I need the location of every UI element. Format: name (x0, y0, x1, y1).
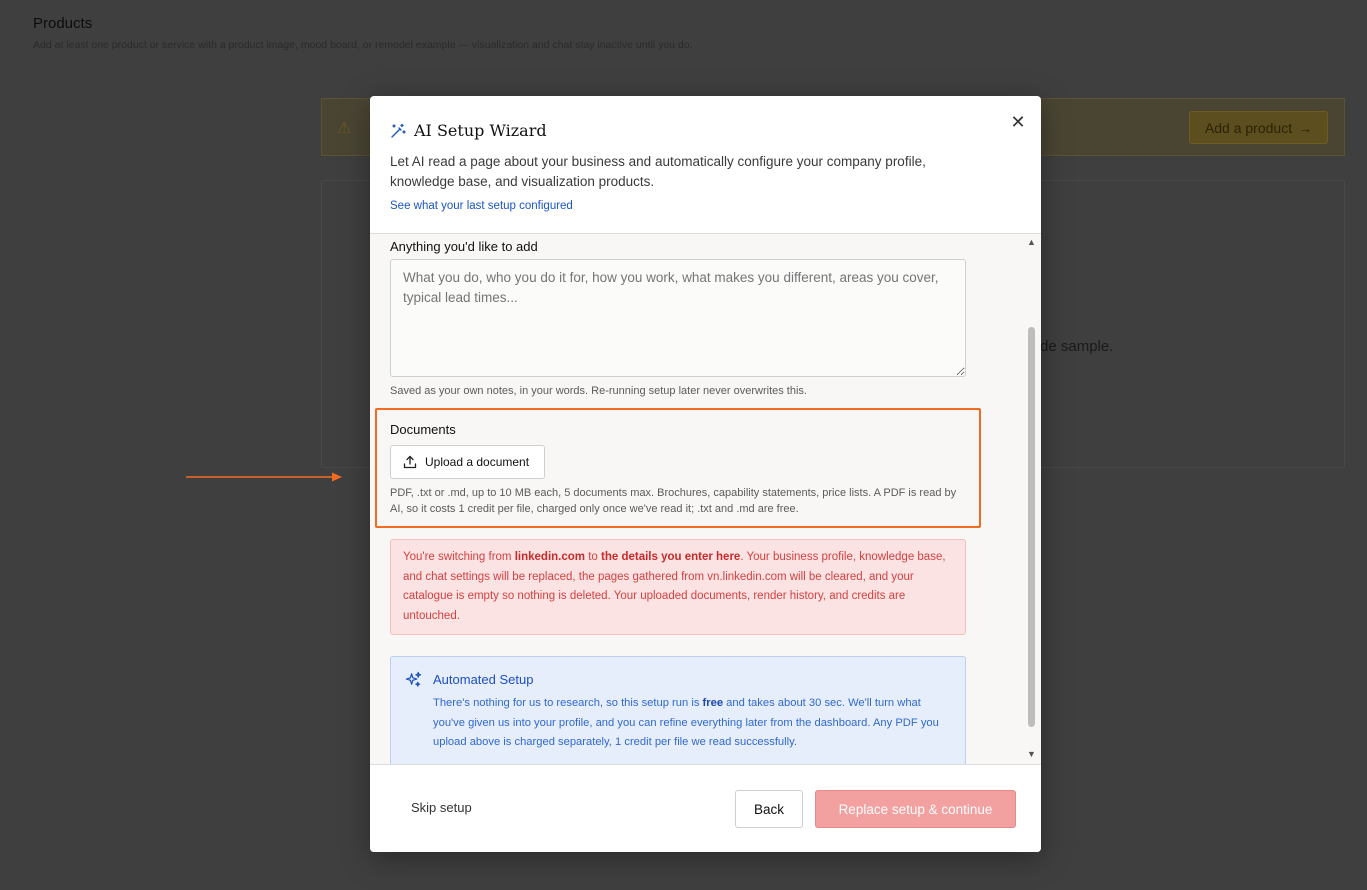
add-product-label: Add a product (1204, 119, 1293, 136)
documents-label: Documents (390, 422, 456, 437)
products-card-text: de sample. (1040, 338, 1114, 355)
warning-source: linkedin.com (514, 551, 586, 563)
notes-label: Anything you'd like to add (390, 239, 538, 254)
magic-wand-icon (391, 123, 406, 138)
upload-document-button[interactable]: Upload a document (390, 445, 545, 479)
sparkles-icon (405, 671, 422, 687)
add-product-button[interactable]: Add a product → (1189, 111, 1328, 144)
scroll-down-icon[interactable]: ▼ (1027, 749, 1036, 759)
notes-hint: Saved as your own notes, in your words. … (390, 385, 807, 397)
last-setup-link[interactable]: See what your last setup configured (390, 200, 573, 212)
back-button[interactable]: Back (735, 790, 803, 828)
dialog-footer: Skip setup Back Replace setup & continue (370, 764, 1041, 852)
warning-text-2: to (585, 551, 601, 563)
automated-setup-text: There's nothing for us to research, so t… (433, 694, 953, 753)
automated-setup-title: Automated Setup (433, 672, 534, 687)
warning-target: the details you enter here (601, 551, 741, 563)
page-title: Products (33, 15, 93, 32)
upload-icon (403, 455, 417, 469)
dialog-title-text: AI Setup Wizard (414, 121, 547, 140)
page-subtitle: Add at least one product or service with… (33, 39, 693, 51)
close-icon[interactable]: ✕ (1008, 112, 1028, 132)
ai-setup-wizard-dialog: AI Setup Wizard ✕ Let AI read a page abo… (370, 96, 1041, 852)
automated-text-1: There's nothing for us to research, so t… (433, 697, 703, 709)
annotation-arrow-icon (186, 472, 342, 482)
dialog-description: Let AI read a page about your business a… (390, 154, 926, 189)
warning-text-1: You're switching from (403, 551, 515, 563)
automated-setup-box: Automated Setup There's nothing for us t… (390, 656, 966, 764)
arrow-right-icon: → (1298, 119, 1313, 136)
replace-setup-button[interactable]: Replace setup & continue (815, 790, 1016, 828)
scroll-up-icon[interactable]: ▲ (1027, 237, 1036, 247)
dialog-scroll-body[interactable]: Anything you'd like to add Saved as your… (370, 234, 1041, 764)
scrollbar-thumb[interactable] (1028, 327, 1035, 727)
switch-warning: You're switching from linkedin.com to th… (390, 539, 966, 635)
automated-free: free (702, 697, 724, 709)
skip-setup-button[interactable]: Skip setup (411, 800, 472, 815)
dialog-title: AI Setup Wizard (390, 121, 547, 140)
upload-document-label: Upload a document (425, 455, 530, 469)
dialog-header: AI Setup Wizard ✕ Let AI read a page abo… (370, 96, 1041, 234)
documents-hint: PDF, .txt or .md, up to 10 MB each, 5 do… (390, 487, 957, 515)
notes-textarea[interactable] (390, 259, 966, 377)
warning-icon: ⚠ (337, 120, 352, 137)
